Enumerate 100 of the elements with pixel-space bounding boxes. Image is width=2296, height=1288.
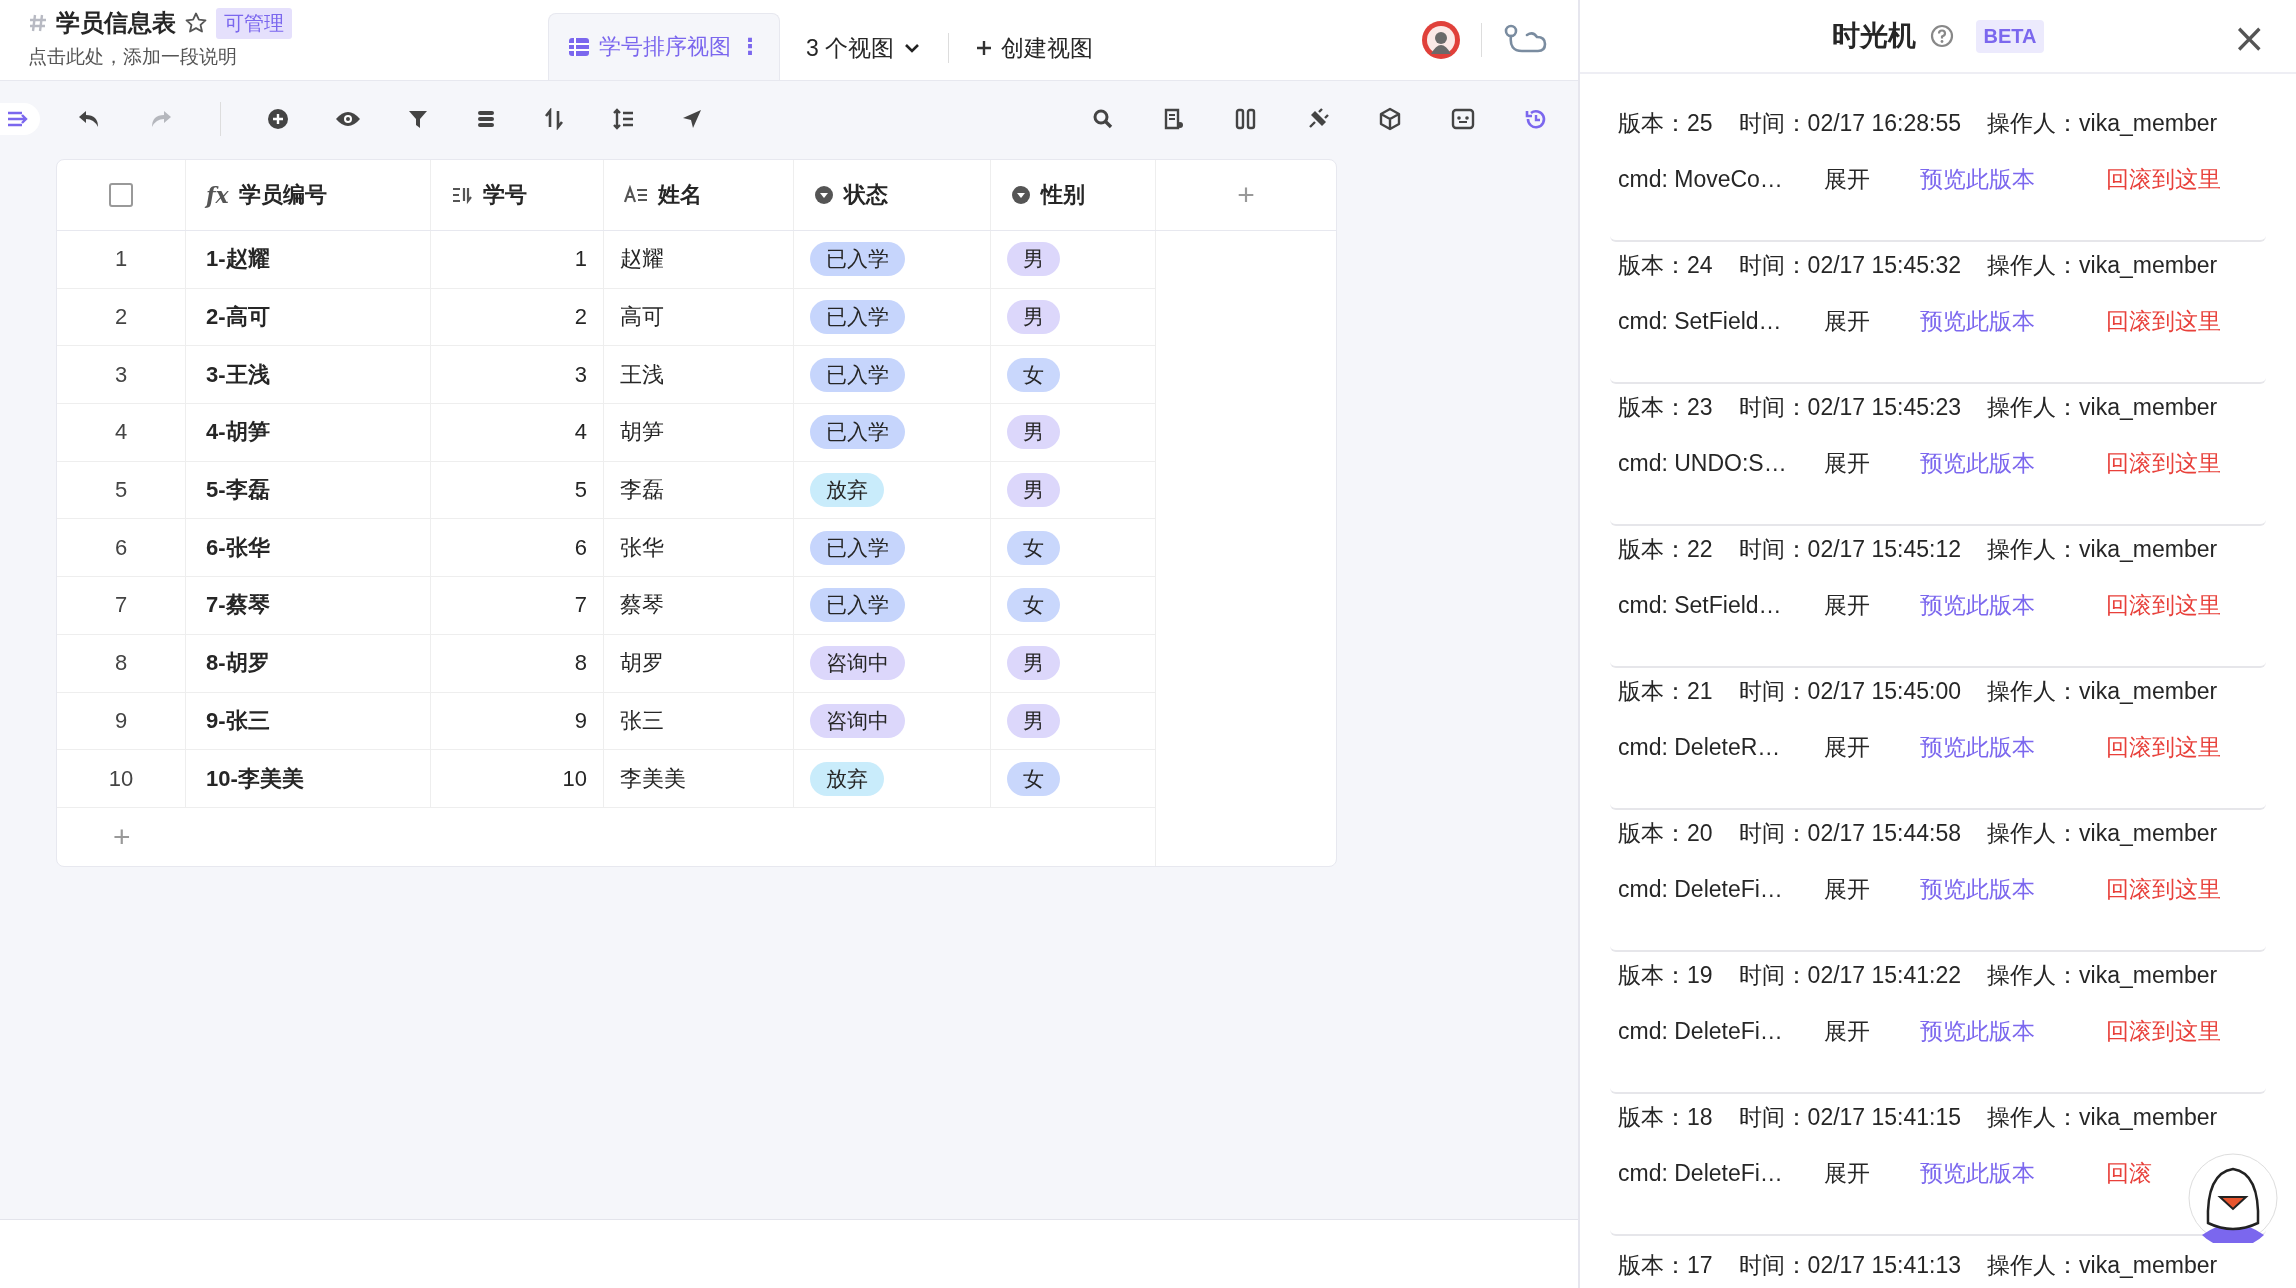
preview-link[interactable]: 预览此版本 — [1920, 1157, 2080, 1189]
rollback-link[interactable]: 回滚到这里 — [2106, 589, 2221, 621]
status-tag: 咨询中 — [810, 703, 905, 738]
status-tag: 已入学 — [810, 357, 905, 392]
expand-link[interactable]: 展开 — [1824, 1015, 1894, 1047]
send-icon[interactable] — [681, 108, 703, 130]
group-icon[interactable] — [475, 108, 497, 130]
close-button[interactable]: × — [2232, 18, 2266, 58]
version-operator: 操作人：vika_member — [1987, 1250, 2218, 1280]
rollback-link[interactable]: 回滚 — [2106, 1157, 2152, 1189]
select-all-checkbox[interactable] — [109, 183, 133, 207]
table-cell-text: 5-李磊 — [206, 476, 270, 505]
preview-link[interactable]: 预览此版本 — [1920, 873, 2080, 905]
table-cell-text: 蔡琴 — [620, 591, 664, 620]
version-number: 版本：17 — [1618, 1250, 1713, 1280]
preview-link[interactable]: 预览此版本 — [1920, 447, 2080, 479]
sheet-description[interactable]: 点击此处，添加一段说明 — [28, 44, 548, 70]
row-number: 10 — [108, 765, 134, 792]
expand-link[interactable]: 展开 — [1824, 731, 1894, 763]
preview-link[interactable]: 预览此版本 — [1920, 163, 2080, 195]
sheet-title[interactable]: 学员信息表 — [56, 7, 176, 39]
table-cell-text: 李磊 — [620, 476, 664, 505]
version-command: cmd: SetField… — [1618, 307, 1783, 335]
create-view-button[interactable]: 创建视图 — [959, 16, 1110, 80]
version-time: 时间：02/17 15:41:13 — [1738, 1250, 1962, 1280]
views-dropdown[interactable]: 3 个视图 — [790, 16, 939, 80]
history-icon[interactable] — [1524, 107, 1548, 131]
add-row-button[interactable]: + — [107, 821, 137, 852]
version-operator: 操作人：vika_member — [1987, 960, 2218, 990]
column-header[interactable]: 性别 — [1041, 180, 1085, 210]
expand-link[interactable]: 展开 — [1824, 1157, 1894, 1189]
rollback-link[interactable]: 回滚到这里 — [2106, 447, 2221, 479]
preview-link[interactable]: 预览此版本 — [1920, 589, 2080, 621]
star-icon[interactable] — [184, 11, 208, 35]
version-time: 时间：02/17 15:45:12 — [1738, 534, 1962, 564]
help-icon[interactable] — [1929, 24, 1954, 48]
status-tag: 已入学 — [810, 530, 905, 565]
rollback-link[interactable]: 回滚到这里 — [2106, 163, 2221, 195]
table-cell-text: 王浅 — [620, 360, 664, 389]
cube-icon[interactable] — [1378, 107, 1402, 131]
version-operator: 操作人：vika_member — [1987, 534, 2218, 564]
version-command: cmd: DeleteFi… — [1618, 875, 1784, 903]
column-header[interactable]: 学号 — [483, 180, 527, 210]
status-tag: 放弃 — [810, 761, 884, 796]
status-tag: 已入学 — [810, 300, 905, 335]
add-column-button[interactable]: + — [1231, 180, 1261, 210]
version-time: 时间：02/17 15:45:23 — [1738, 392, 1962, 422]
filter-icon[interactable] — [407, 108, 429, 130]
rollback-link[interactable]: 回滚到这里 — [2106, 305, 2221, 337]
robot-icon[interactable] — [1450, 107, 1476, 131]
gender-tag: 男 — [1007, 646, 1060, 681]
row-height-icon[interactable] — [611, 108, 635, 130]
single-select-icon — [814, 185, 834, 205]
expand-link[interactable]: 展开 — [1824, 163, 1894, 195]
gender-tag: 女 — [1007, 530, 1060, 565]
preview-link[interactable]: 预览此版本 — [1920, 1015, 2080, 1047]
preview-link[interactable]: 预览此版本 — [1920, 731, 2080, 763]
rollback-link[interactable]: 回滚到这里 — [2106, 1015, 2221, 1047]
table-cell: 4 — [574, 419, 587, 446]
rollback-link[interactable]: 回滚到这里 — [2106, 873, 2221, 905]
assistant-avatar[interactable] — [2188, 1153, 2278, 1243]
column-header[interactable]: 姓名 — [658, 180, 702, 210]
table-cell-text: 6-张华 — [206, 533, 270, 562]
single-select-icon — [1011, 185, 1031, 205]
version-operator: 操作人：vika_member — [1987, 676, 2218, 706]
row-number: 8 — [114, 650, 128, 677]
expand-link[interactable]: 展开 — [1824, 447, 1894, 479]
row-number: 5 — [114, 477, 128, 504]
table-cell: 2 — [574, 304, 587, 331]
expand-link[interactable]: 展开 — [1824, 873, 1894, 905]
add-record-icon[interactable] — [267, 108, 289, 130]
expand-link[interactable]: 展开 — [1824, 305, 1894, 337]
document-icon[interactable] — [1162, 107, 1186, 131]
permission-badge: 可管理 — [216, 7, 292, 39]
sort-icon[interactable] — [543, 108, 565, 130]
table-cell: 9 — [574, 707, 587, 734]
preview-link[interactable]: 预览此版本 — [1920, 305, 2080, 337]
version-number: 版本：20 — [1618, 818, 1713, 848]
table-cell: 7 — [574, 592, 587, 619]
column-header[interactable]: 学员编号 — [238, 180, 327, 210]
search-icon[interactable] — [1092, 108, 1114, 130]
view-tab[interactable]: 学号排序视图 ⋮ — [548, 13, 780, 80]
columns-icon[interactable] — [1234, 107, 1258, 131]
gender-tag: 男 — [1007, 300, 1060, 335]
version-command: cmd: DeleteFi… — [1618, 1159, 1784, 1187]
expand-link[interactable]: 展开 — [1824, 589, 1894, 621]
user-avatar[interactable] — [1421, 20, 1461, 60]
table-cell-text: 3-王浅 — [206, 360, 270, 389]
version-time: 时间：02/17 15:45:32 — [1738, 250, 1962, 280]
table-cell-text: 10-李美美 — [206, 764, 304, 793]
version-time: 时间：02/17 15:45:00 — [1738, 676, 1962, 706]
version-number: 版本：25 — [1618, 108, 1713, 138]
version-command: cmd: DeleteR… — [1618, 733, 1782, 761]
status-tag: 已入学 — [810, 415, 905, 450]
rollback-link[interactable]: 回滚到这里 — [2106, 731, 2221, 763]
version-command: cmd: UNDO:S… — [1618, 449, 1788, 477]
column-header[interactable]: 状态 — [844, 180, 888, 210]
row-number: 9 — [114, 707, 128, 734]
status-tag: 咨询中 — [810, 646, 905, 681]
version-command: cmd: MoveCo… — [1618, 165, 1784, 193]
